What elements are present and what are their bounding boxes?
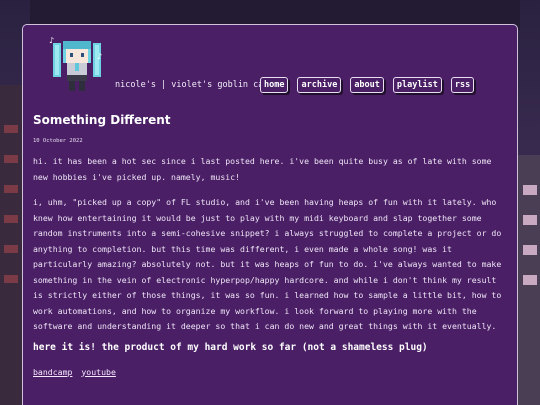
site-header: ♪ ♪ nicole's | violet's goblin cave home… — [33, 25, 507, 97]
post-paragraph-intro: hi. it has been a hot sec since i last p… — [33, 156, 492, 182]
post-date: 10 October 2022 — [33, 138, 83, 144]
main-panel: ♪ ♪ nicole's | violet's goblin cave home… — [22, 24, 518, 405]
post-subheading: here it is! the product of my hard work … — [33, 341, 428, 353]
svg-text:♪: ♪ — [97, 52, 102, 61]
post-paragraph-body: i, uhm, "picked up a copy" of FL studio,… — [33, 197, 502, 331]
post-links: bandcamp youtube — [33, 367, 507, 377]
nav-rss-button[interactable]: rss — [450, 77, 475, 93]
mascot-icon: ♪ ♪ — [49, 36, 102, 91]
youtube-link[interactable]: youtube — [81, 367, 116, 377]
nav-bar: home archive about playlist rss — [260, 77, 475, 93]
site-title: nicole's | violet's goblin cave — [115, 80, 274, 90]
svg-text:♪: ♪ — [49, 36, 54, 45]
post-title: Something Different — [33, 113, 171, 127]
nav-archive-button[interactable]: archive — [297, 77, 342, 93]
nav-home-button[interactable]: home — [260, 77, 289, 93]
bandcamp-link[interactable]: bandcamp — [33, 367, 72, 377]
nav-about-button[interactable]: about — [350, 77, 384, 93]
background-building-left — [0, 85, 24, 405]
nav-playlist-button[interactable]: playlist — [392, 77, 442, 93]
background-building-right — [516, 155, 540, 405]
